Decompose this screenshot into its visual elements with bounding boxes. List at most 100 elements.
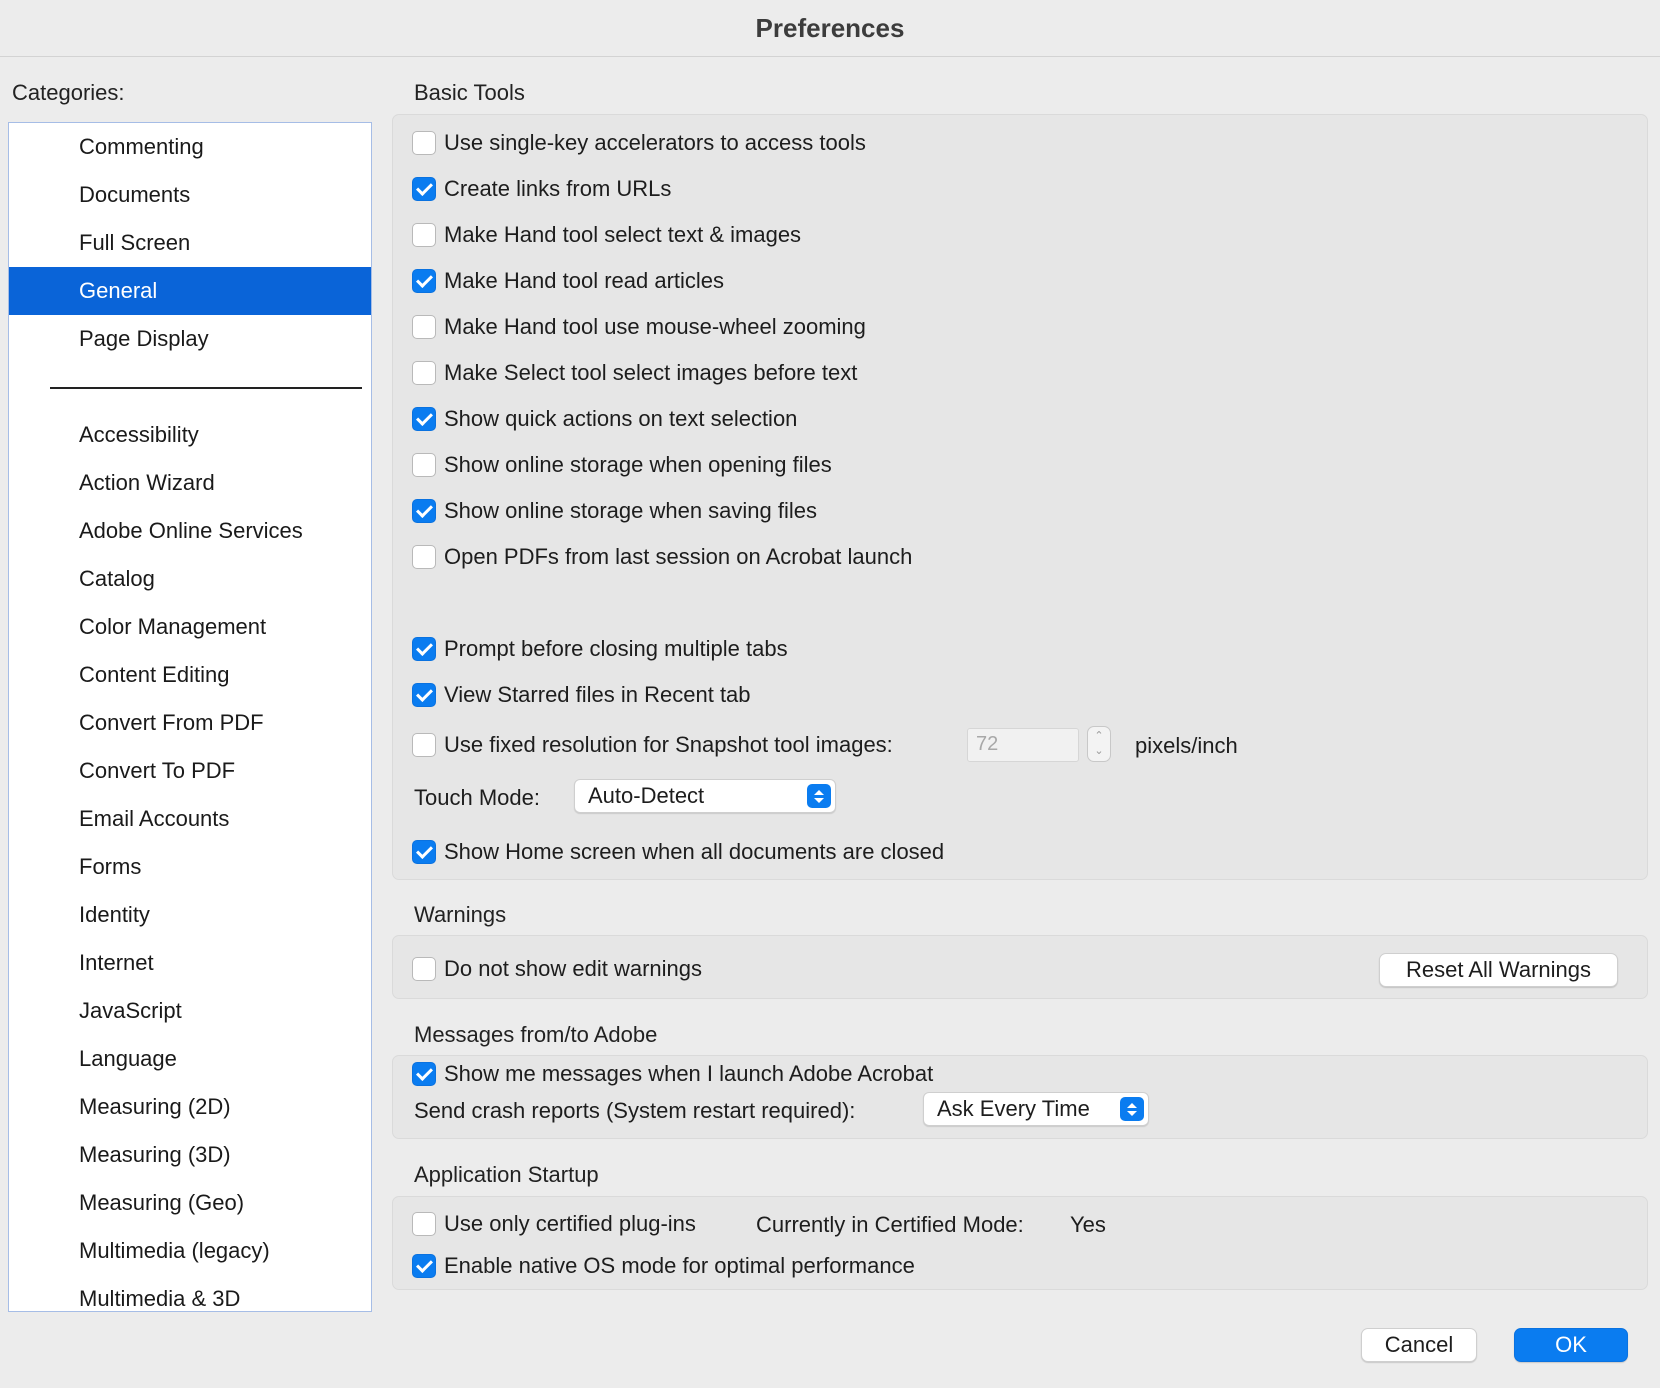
checkbox[interactable] <box>412 223 436 247</box>
category-internet[interactable]: Internet <box>9 939 371 987</box>
category-commenting[interactable]: Commenting <box>9 123 371 171</box>
touch-mode-label: Touch Mode: <box>414 785 540 810</box>
option-label: Make Select tool select images before te… <box>444 360 858 385</box>
category-full-screen[interactable]: Full Screen <box>9 219 371 267</box>
snapshot-unit-label: pixels/inch <box>1135 733 1238 758</box>
snapshot-resolution-stepper[interactable]: ⌃ ⌄ <box>1087 726 1111 762</box>
option-online-storage-saving[interactable]: Show online storage when saving files <box>412 495 817 527</box>
category-measuring-2d[interactable]: Measuring (2D) <box>9 1083 371 1131</box>
reset-all-warnings-button[interactable]: Reset All Warnings <box>1379 953 1618 987</box>
certified-mode-value: Yes <box>1070 1212 1106 1237</box>
option-label: Use only certified plug-ins <box>444 1211 696 1236</box>
touch-mode-select[interactable]: Auto-Detect <box>574 779 836 813</box>
checkbox[interactable] <box>412 269 436 293</box>
option-open-last-session[interactable]: Open PDFs from last session on Acrobat l… <box>412 541 912 573</box>
checkbox[interactable] <box>412 545 436 569</box>
category-accessibility[interactable]: Accessibility <box>9 411 371 459</box>
checkbox[interactable] <box>412 453 436 477</box>
ok-button[interactable]: OK <box>1514 1328 1628 1362</box>
option-label: Create links from URLs <box>444 176 672 201</box>
snapshot-resolution-input[interactable]: 72 <box>967 728 1079 762</box>
option-label: Show quick actions on text selection <box>444 406 798 431</box>
category-identity[interactable]: Identity <box>9 891 371 939</box>
option-label: Show online storage when saving files <box>444 498 818 523</box>
chevron-up-icon[interactable]: ⌃ <box>1094 729 1103 744</box>
checkbox[interactable] <box>412 131 436 155</box>
option-prompt-closing-tabs[interactable]: Prompt before closing multiple tabs <box>412 633 788 665</box>
option-label: Make Hand tool use mouse-wheel zooming <box>444 314 866 339</box>
option-create-links-from-urls[interactable]: Create links from URLs <box>412 173 671 205</box>
option-label: Show me messages when I launch Adobe Acr… <box>444 1061 934 1086</box>
option-hand-tool-mouse-wheel[interactable]: Make Hand tool use mouse-wheel zooming <box>412 311 866 343</box>
category-separator <box>50 387 362 389</box>
categories-label: Categories: <box>12 80 125 105</box>
option-certified-plugins[interactable]: Use only certified plug-ins <box>412 1208 696 1240</box>
certified-mode-label: Currently in Certified Mode: <box>756 1212 1024 1237</box>
option-hand-tool-read-articles[interactable]: Make Hand tool read articles <box>412 265 724 297</box>
option-label: Prompt before closing multiple tabs <box>444 636 788 661</box>
category-color-management[interactable]: Color Management <box>9 603 371 651</box>
checkbox[interactable] <box>412 683 436 707</box>
option-label: Open PDFs from last session on Acrobat l… <box>444 544 913 569</box>
checkbox[interactable] <box>412 1212 436 1236</box>
category-measuring-3d[interactable]: Measuring (3D) <box>9 1131 371 1179</box>
startup-title: Application Startup <box>414 1162 599 1187</box>
category-content-editing[interactable]: Content Editing <box>9 651 371 699</box>
basic-tools-title: Basic Tools <box>414 80 525 105</box>
category-measuring-geo[interactable]: Measuring (Geo) <box>9 1179 371 1227</box>
category-email-accounts[interactable]: Email Accounts <box>9 795 371 843</box>
category-action-wizard[interactable]: Action Wizard <box>9 459 371 507</box>
checkbox[interactable] <box>412 499 436 523</box>
checkbox[interactable] <box>412 177 436 201</box>
option-online-storage-opening[interactable]: Show online storage when opening files <box>412 449 832 481</box>
category-catalog[interactable]: Catalog <box>9 555 371 603</box>
checkbox[interactable] <box>412 1062 436 1086</box>
category-adobe-online-services[interactable]: Adobe Online Services <box>9 507 371 555</box>
category-multimedia-3d[interactable]: Multimedia & 3D <box>9 1275 371 1311</box>
option-label: Use single-key accelerators to access to… <box>444 130 866 155</box>
cancel-button[interactable]: Cancel <box>1361 1328 1477 1362</box>
option-hand-tool-select-text[interactable]: Make Hand tool select text & images <box>412 219 801 251</box>
option-label: View Starred files in Recent tab <box>444 682 751 707</box>
title-bar: Preferences <box>0 0 1660 57</box>
option-show-messages[interactable]: Show me messages when I launch Adobe Acr… <box>412 1058 933 1090</box>
checkbox[interactable] <box>412 957 436 981</box>
messages-title: Messages from/to Adobe <box>414 1022 658 1047</box>
option-single-key-accelerators[interactable]: Use single-key accelerators to access to… <box>412 127 866 159</box>
categories-list[interactable]: Commenting Documents Full Screen General… <box>8 122 372 1312</box>
option-snapshot-resolution[interactable]: Use fixed resolution for Snapshot tool i… <box>412 729 893 761</box>
category-convert-to-pdf[interactable]: Convert To PDF <box>9 747 371 795</box>
category-page-display[interactable]: Page Display <box>9 315 371 363</box>
crash-reports-select[interactable]: Ask Every Time <box>923 1092 1149 1126</box>
checkbox[interactable] <box>412 733 436 757</box>
option-no-edit-warnings[interactable]: Do not show edit warnings <box>412 953 702 985</box>
option-label: Enable native OS mode for optimal perfor… <box>444 1253 915 1278</box>
option-label: Do not show edit warnings <box>444 956 703 981</box>
option-quick-actions[interactable]: Show quick actions on text selection <box>412 403 797 435</box>
select-arrows-icon <box>807 784 831 808</box>
category-convert-from-pdf[interactable]: Convert From PDF <box>9 699 371 747</box>
category-documents[interactable]: Documents <box>9 171 371 219</box>
chevron-down-icon[interactable]: ⌄ <box>1094 744 1103 759</box>
crash-reports-label: Send crash reports (System restart requi… <box>414 1098 856 1123</box>
category-forms[interactable]: Forms <box>9 843 371 891</box>
option-label: Make Hand tool select text & images <box>444 222 802 247</box>
option-label: Make Hand tool read articles <box>444 268 725 293</box>
checkbox[interactable] <box>412 315 436 339</box>
checkbox[interactable] <box>412 407 436 431</box>
crash-reports-value: Ask Every Time <box>937 1096 1090 1121</box>
checkbox[interactable] <box>412 637 436 661</box>
option-select-tool-images[interactable]: Make Select tool select images before te… <box>412 357 857 389</box>
option-native-os-mode[interactable]: Enable native OS mode for optimal perfor… <box>412 1250 915 1282</box>
option-starred-files[interactable]: View Starred files in Recent tab <box>412 679 751 711</box>
category-multimedia-legacy[interactable]: Multimedia (legacy) <box>9 1227 371 1275</box>
category-language[interactable]: Language <box>9 1035 371 1083</box>
category-general[interactable]: General <box>9 267 371 315</box>
option-show-home-screen[interactable]: Show Home screen when all documents are … <box>412 836 944 868</box>
category-javascript[interactable]: JavaScript <box>9 987 371 1035</box>
checkbox[interactable] <box>412 1254 436 1278</box>
option-label: Show online storage when opening files <box>444 452 832 477</box>
checkbox[interactable] <box>412 840 436 864</box>
checkbox[interactable] <box>412 361 436 385</box>
touch-mode-value: Auto-Detect <box>588 783 705 808</box>
